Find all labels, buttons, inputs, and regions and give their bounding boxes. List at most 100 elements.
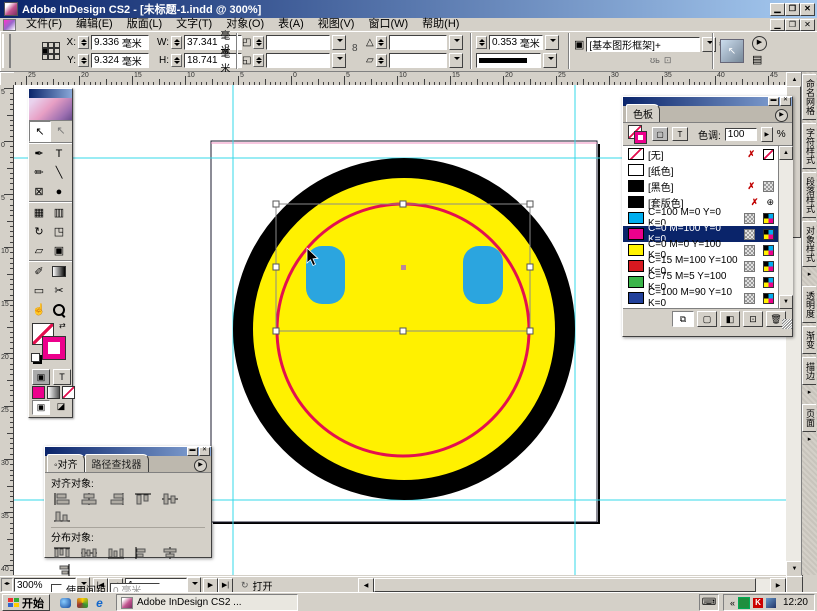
swatch-list-scrollbar[interactable]: ▲ ▼: [778, 146, 793, 308]
start-button[interactable]: 开始: [2, 594, 50, 611]
tab-align[interactable]: ◦对齐: [47, 454, 85, 472]
quick-apply-button[interactable]: ▤: [752, 53, 762, 66]
side-tab-渐变[interactable]: 渐变: [802, 326, 816, 354]
reference-point-proxy[interactable]: [42, 42, 60, 60]
button-tool[interactable]: ▭: [29, 281, 49, 300]
tray-antivirus-icon[interactable]: K: [753, 598, 763, 608]
scroll-right-button[interactable]: ▶: [770, 578, 786, 593]
align-close-button[interactable]: ✕: [199, 447, 210, 456]
menu-帮助[interactable]: 帮助(H): [415, 18, 466, 31]
tone-container-button[interactable]: ▢: [652, 127, 668, 141]
swatch-row[interactable]: C=100 M=90 Y=10 K=0: [623, 290, 778, 306]
dock-panel-menu-icon[interactable]: ▸: [802, 270, 817, 278]
rotation-dropdown[interactable]: [449, 35, 463, 50]
break-link-style-icon[interactable]: ⊡: [664, 55, 672, 66]
scale-y-dropdown[interactable]: [332, 53, 346, 68]
type-tool[interactable]: T: [49, 144, 69, 163]
scale-x-input[interactable]: [266, 35, 330, 50]
scroll-left-button[interactable]: ◀: [358, 578, 374, 593]
distribute-left-edges-button[interactable]: [133, 546, 153, 563]
shear-spinner[interactable]: [376, 54, 387, 67]
stroke-weight-dropdown[interactable]: [545, 35, 559, 50]
selection-handle[interactable]: [527, 201, 533, 207]
resize-grip[interactable]: [782, 319, 792, 329]
w-spinner[interactable]: [171, 36, 182, 49]
align-top-edges-button[interactable]: [133, 492, 153, 509]
preview-mode-button[interactable]: ◪: [53, 400, 69, 413]
swatch-row[interactable]: [纸色]: [623, 162, 778, 178]
scale-y-input[interactable]: [266, 53, 330, 68]
selection-handle[interactable]: [400, 201, 406, 207]
splitter-handle[interactable]: ◂▸: [1, 578, 13, 592]
constrain-proportions-icon[interactable]: 8: [224, 43, 230, 54]
title-bar[interactable]: Adobe InDesign CS2 - [未标题-1.indd @ 300%]…: [0, 0, 817, 18]
dock-panel-menu-icon[interactable]: ▸: [802, 388, 817, 396]
y-spinner[interactable]: [78, 54, 89, 67]
toolbox-title-bar[interactable]: [29, 89, 72, 98]
selection-handle[interactable]: [527, 328, 533, 334]
stroke-swatch[interactable]: [43, 337, 65, 359]
object-style-select[interactable]: [基本图形框架]+: [586, 37, 700, 52]
side-tab-段落样式[interactable]: 段落样式: [802, 172, 816, 218]
maximize-button[interactable]: ❐: [785, 3, 800, 16]
scale-tool[interactable]: ◳: [49, 222, 69, 241]
h-input[interactable]: 18.741 毫米: [184, 53, 242, 68]
ellipse-tool[interactable]: ●: [49, 182, 69, 201]
selection-tool[interactable]: ↖: [29, 121, 51, 142]
swatches-panel-menu-button[interactable]: ▶: [775, 109, 788, 122]
hand-tool[interactable]: ☝: [29, 300, 49, 319]
right-eye[interactable]: [463, 246, 503, 304]
swatches-stroke-proxy[interactable]: [635, 132, 646, 143]
minimize-button[interactable]: ▁: [770, 3, 785, 16]
show-color-swatches-button[interactable]: ▢: [697, 311, 717, 327]
tab-pathfinder[interactable]: 路径查找器: [85, 454, 149, 472]
selection-handle[interactable]: [273, 264, 279, 270]
swap-fill-stroke-icon[interactable]: ⇄: [59, 321, 66, 330]
side-tab-页面[interactable]: 页面: [802, 404, 816, 432]
formatting-affects-text-button[interactable]: T: [53, 369, 71, 385]
line-tool[interactable]: ╲: [49, 163, 69, 182]
bridge-button[interactable]: ↖: [720, 39, 744, 63]
tray-network-icon[interactable]: [766, 598, 776, 608]
shear-tool[interactable]: ▱: [29, 241, 49, 260]
vertical-grid-tool[interactable]: ▥: [49, 203, 69, 222]
frame-tool[interactable]: ⊠: [29, 182, 49, 201]
shear-input[interactable]: [389, 53, 447, 68]
normal-view-mode-button[interactable]: ▣: [32, 400, 50, 415]
tray-collapse-icon[interactable]: «: [730, 598, 735, 608]
menu-版面[interactable]: 版面(L): [120, 18, 169, 31]
show-desktop-icon[interactable]: [58, 596, 73, 610]
align-panel-menu-button[interactable]: ▶: [194, 459, 207, 472]
menu-文件[interactable]: 文件(F): [19, 18, 69, 31]
tab-swatches[interactable]: 色板: [626, 104, 660, 122]
eyedropper-tool[interactable]: ✐: [29, 262, 49, 281]
horizontal-grid-tool[interactable]: ▦: [29, 203, 49, 222]
swatch-scroll-down[interactable]: ▼: [779, 295, 793, 309]
stroke-weight-input[interactable]: 0.353 毫米: [489, 35, 543, 50]
swatch-row[interactable]: [黑色]✗: [623, 178, 778, 194]
apply-gradient-button[interactable]: [47, 386, 60, 399]
dock-panel-menu-icon[interactable]: ▸: [802, 435, 817, 443]
x-input[interactable]: 9.336 毫米: [91, 35, 149, 50]
y-input[interactable]: 9.324 毫米: [91, 53, 149, 68]
align-minimize-button[interactable]: ▬: [187, 447, 198, 456]
menu-文字[interactable]: 文字(T): [169, 18, 219, 31]
apply-color-button[interactable]: [32, 386, 45, 399]
free-transform-tool[interactable]: ▣: [49, 241, 69, 260]
scale-x-spinner[interactable]: [253, 36, 264, 49]
task-button-indesign[interactable]: Adobe InDesign CS2 ...: [116, 594, 298, 611]
clear-overrides-icon[interactable]: ʊь: [650, 55, 660, 66]
quick-launch-app-icon[interactable]: [75, 596, 90, 610]
align-vertical-centers-button[interactable]: [160, 492, 180, 509]
apply-none-button[interactable]: [62, 386, 75, 399]
menu-表[interactable]: 表(A): [271, 18, 311, 31]
menu-视图[interactable]: 视图(V): [311, 18, 362, 31]
rotate-tool[interactable]: ↻: [29, 222, 49, 241]
vertical-ruler[interactable]: 50510152025303540: [0, 85, 14, 575]
horizontal-ruler[interactable]: 252015105051015202530354045: [14, 72, 786, 86]
selection-handle[interactable]: [527, 264, 533, 270]
mdi-close-button[interactable]: ✕: [800, 19, 815, 31]
scale-y-spinner[interactable]: [253, 54, 264, 67]
menu-编辑[interactable]: 编辑(E): [69, 18, 120, 31]
distribute-horizontal-centers-button[interactable]: [160, 546, 180, 563]
